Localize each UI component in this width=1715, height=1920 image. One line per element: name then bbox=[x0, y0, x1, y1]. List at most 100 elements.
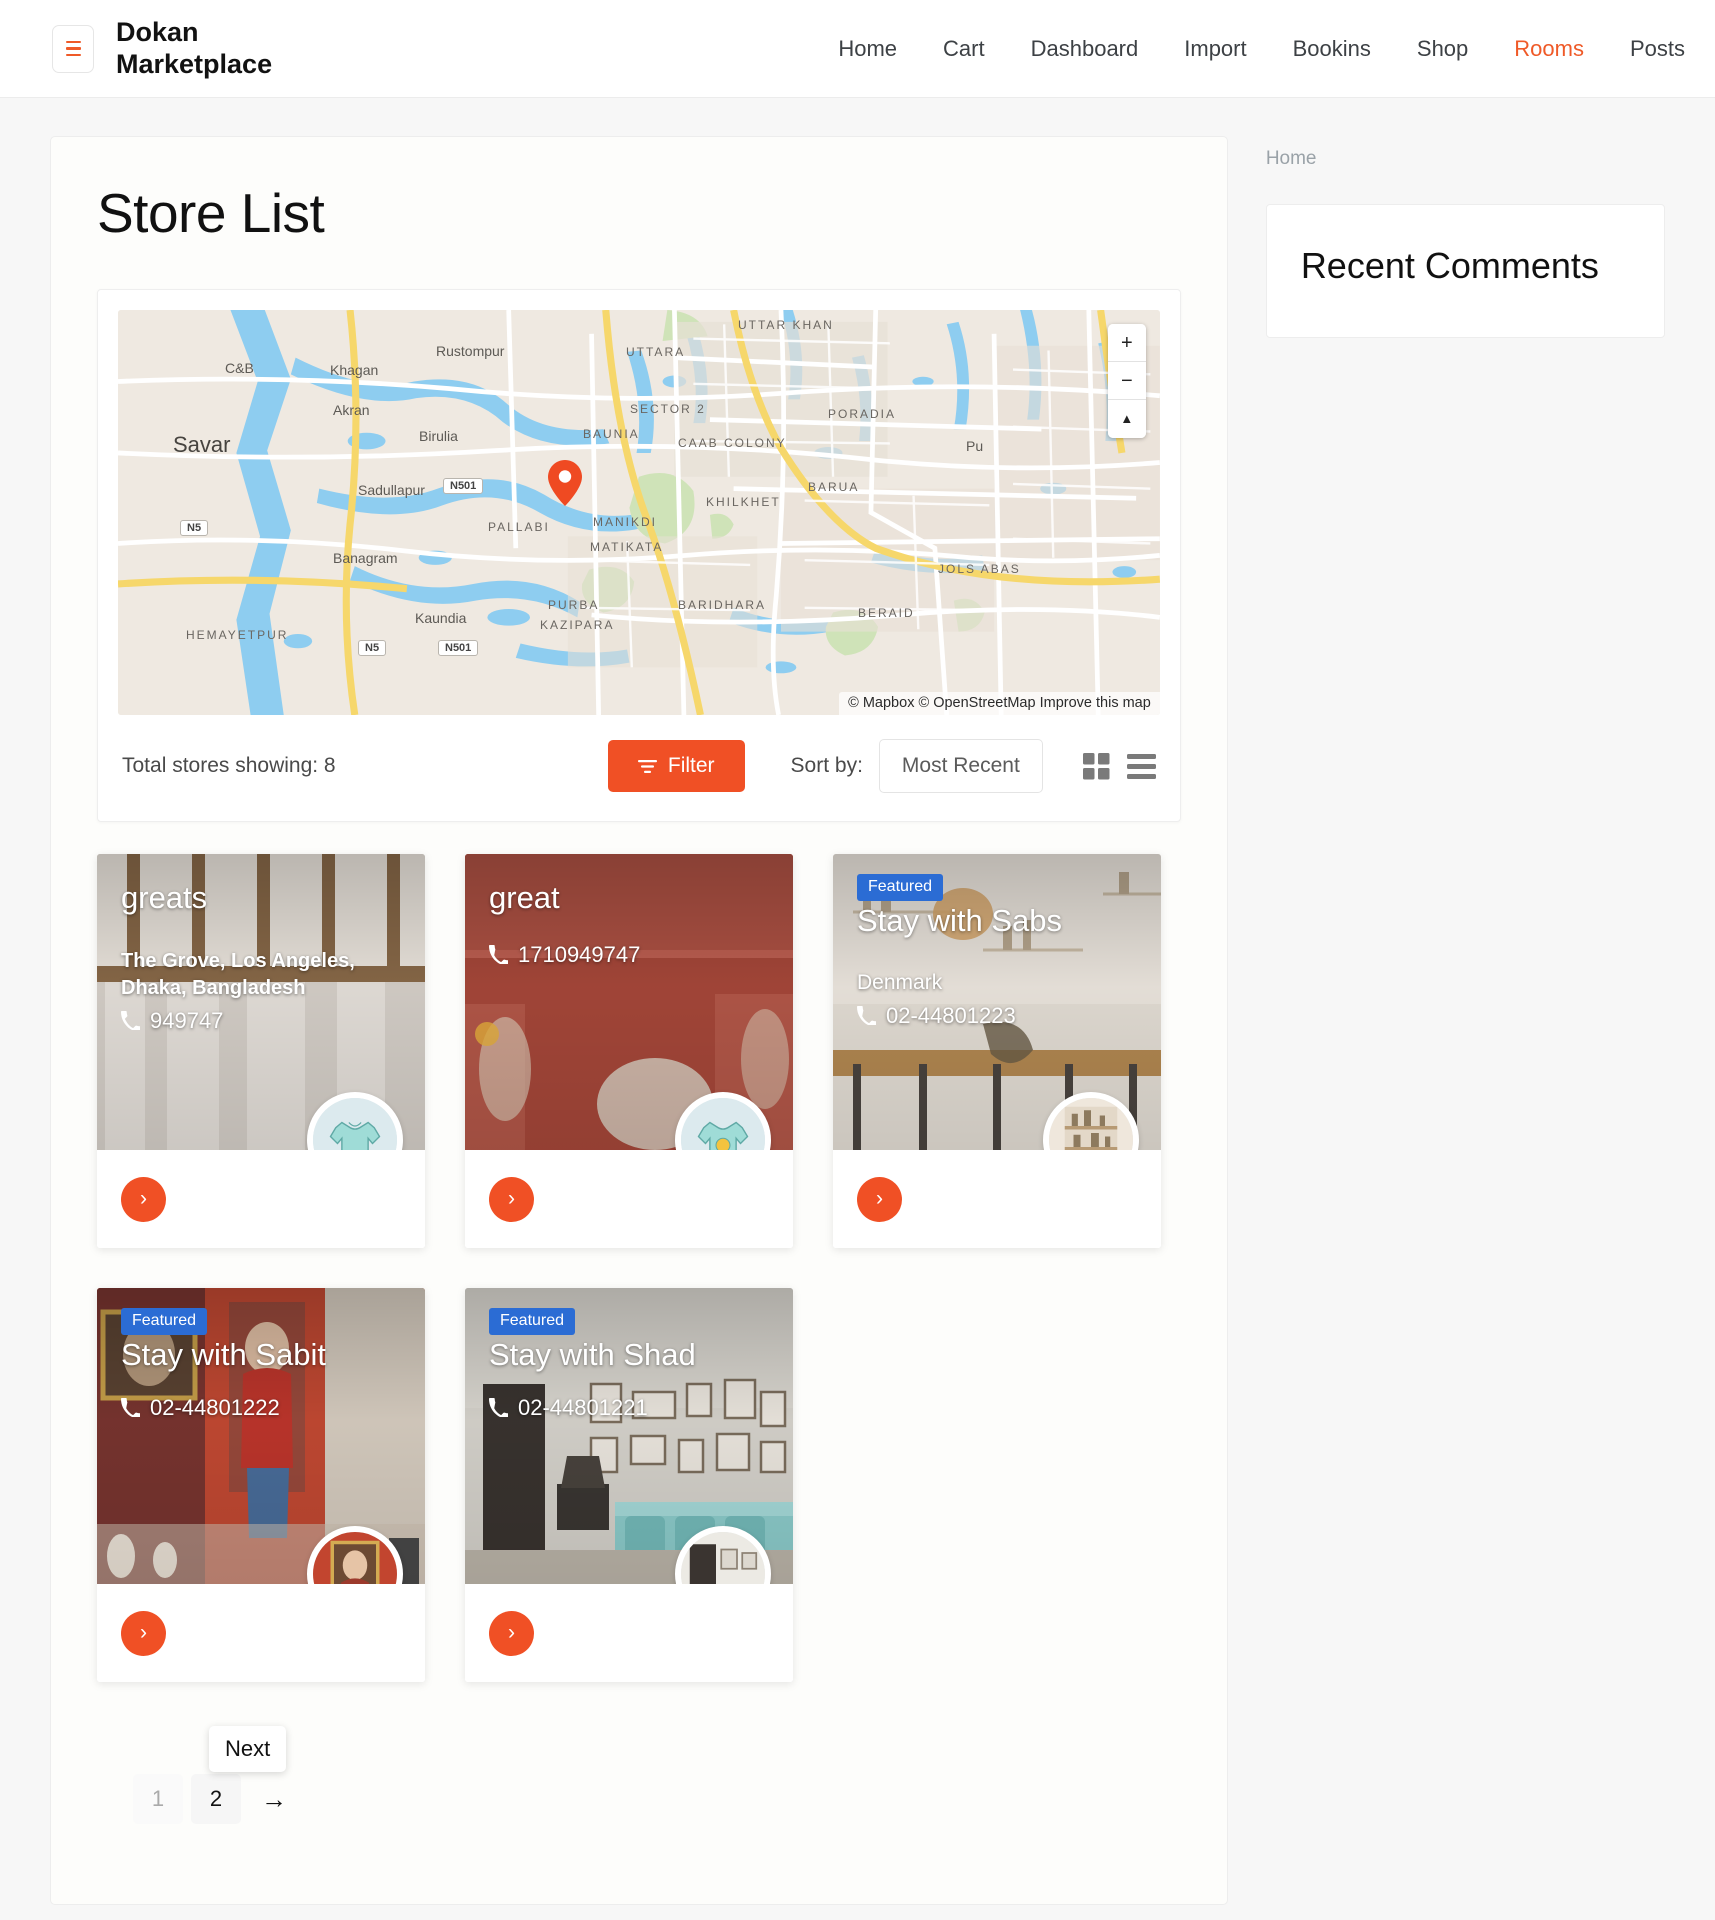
store-card-banner: Featured Stay with Sabs Denmark 02-44801… bbox=[833, 854, 1161, 1150]
store-visit-button[interactable]: › bbox=[121, 1176, 166, 1222]
store-card[interactable]: greats The Grove, Los Angeles, Dhaka, Ba… bbox=[97, 854, 425, 1248]
map-road-shield: N5 bbox=[180, 520, 209, 536]
site-brand-title[interactable]: Dokan Marketplace bbox=[116, 17, 346, 79]
store-phone-number: 02-44801221 bbox=[518, 1394, 648, 1420]
view-toggles bbox=[1082, 752, 1156, 780]
store-phone: 949747 bbox=[121, 1008, 401, 1034]
list-view-icon[interactable] bbox=[1126, 753, 1156, 779]
featured-badge: Featured bbox=[489, 1308, 576, 1335]
map-attrib-mapbox[interactable]: © Mapbox bbox=[848, 695, 914, 711]
store-card-footer: › bbox=[465, 1150, 793, 1248]
widget-title: Recent Comments bbox=[1300, 245, 1599, 286]
map-panel: Savar Rustompur C&B Khagan Akran Birulia… bbox=[97, 289, 1181, 822]
store-visit-button[interactable]: › bbox=[489, 1176, 534, 1222]
store-card-footer: › bbox=[833, 1150, 1161, 1248]
store-name: great bbox=[489, 880, 560, 915]
pagination: 1 2 → Next bbox=[97, 1726, 1181, 1824]
store-card-footer: › bbox=[97, 1584, 425, 1682]
phone-icon bbox=[857, 1006, 876, 1026]
map-zoom-in-button[interactable]: + bbox=[1107, 324, 1146, 362]
nav-item-dashboard[interactable]: Dashboard bbox=[1031, 36, 1139, 62]
nav-item-rooms[interactable]: Rooms bbox=[1514, 36, 1584, 62]
pagination-next-button[interactable]: → bbox=[249, 1774, 299, 1824]
store-card-footer: › bbox=[465, 1584, 793, 1682]
store-map-marker[interactable] bbox=[548, 460, 582, 506]
filter-sort-bar: Total stores showing: 8 Filter Sort by: … bbox=[118, 715, 1160, 801]
shelf-photo-icon bbox=[1049, 1098, 1133, 1150]
store-card[interactable]: Featured Stay with Sabs Denmark 02-44801… bbox=[833, 854, 1161, 1248]
store-card[interactable]: great 1710949747 › bbox=[465, 854, 793, 1248]
map-attrib-osm[interactable]: © OpenStreetMap bbox=[918, 695, 1035, 711]
total-stores-text: Total stores showing: 8 bbox=[122, 754, 336, 777]
page-title: Store List bbox=[97, 182, 325, 244]
phone-icon bbox=[489, 945, 508, 965]
nav-item-posts[interactable]: Posts bbox=[1630, 36, 1685, 62]
store-grid: greats The Grove, Los Angeles, Dhaka, Ba… bbox=[97, 854, 1181, 1682]
filter-button-label: Filter bbox=[667, 754, 715, 777]
store-phone-number: 1710949747 bbox=[518, 941, 641, 967]
nav-item-cart[interactable]: Cart bbox=[943, 36, 985, 62]
phone-icon bbox=[121, 1398, 140, 1418]
map-road-shield: N5 bbox=[358, 640, 387, 656]
store-card[interactable]: Featured Stay with Sabit 02-44801222 › bbox=[97, 1288, 425, 1682]
store-card[interactable]: Featured Stay with Shad 02-44801221 › bbox=[465, 1288, 793, 1682]
map-tiles bbox=[118, 310, 1160, 715]
map-road-shield: N501 bbox=[438, 640, 479, 656]
store-card-footer: › bbox=[97, 1150, 425, 1248]
store-phone: 02-44801222 bbox=[121, 1395, 401, 1421]
store-card-banner: Featured Stay with Shad 02-44801221 bbox=[465, 1288, 793, 1584]
store-phone: 02-44801223 bbox=[857, 1003, 1137, 1029]
map-zoom-controls: + − ▲ bbox=[1107, 324, 1146, 438]
store-phone-number: 02-44801222 bbox=[150, 1394, 280, 1420]
filter-button[interactable]: Filter bbox=[607, 740, 745, 792]
store-phone: 1710949747 bbox=[489, 942, 769, 968]
map-attrib-improve[interactable]: Improve this map bbox=[1040, 695, 1151, 711]
store-name: Stay with Sabit bbox=[121, 1337, 327, 1372]
sort-select[interactable]: Most Recent bbox=[878, 739, 1043, 793]
store-name: Stay with Sabs bbox=[857, 903, 1063, 938]
grid-view-icon[interactable] bbox=[1082, 752, 1110, 780]
store-address: Denmark bbox=[857, 970, 943, 994]
tshirt-plain-icon bbox=[313, 1098, 397, 1150]
pagination-page-1[interactable]: 1 bbox=[133, 1774, 183, 1824]
recent-comments-widget: Recent Comments bbox=[1265, 204, 1665, 338]
pagination-next-tooltip: Next bbox=[209, 1726, 287, 1772]
store-name: Stay with Shad bbox=[489, 1337, 696, 1372]
nav-item-home[interactable]: Home bbox=[838, 36, 897, 62]
store-name: greats bbox=[121, 880, 208, 915]
map-attribution: © Mapbox © OpenStreetMap Improve this ma… bbox=[839, 692, 1160, 715]
store-card-banner: greats The Grove, Los Angeles, Dhaka, Ba… bbox=[97, 854, 425, 1150]
map-zoom-out-button[interactable]: − bbox=[1107, 362, 1146, 400]
store-card-banner: great 1710949747 bbox=[465, 854, 793, 1150]
nav-item-import[interactable]: Import bbox=[1184, 36, 1246, 62]
portrait-photo-icon bbox=[313, 1532, 397, 1584]
nav-item-shop[interactable]: Shop bbox=[1417, 36, 1468, 62]
store-visit-button[interactable]: › bbox=[857, 1176, 902, 1222]
breadcrumb[interactable]: Home bbox=[1266, 148, 1665, 170]
store-visit-button[interactable]: › bbox=[121, 1610, 166, 1656]
pagination-page-2[interactable]: 2 bbox=[191, 1774, 241, 1824]
store-phone: 02-44801221 bbox=[489, 1395, 769, 1421]
phone-icon bbox=[489, 1398, 508, 1418]
phone-icon bbox=[121, 1011, 140, 1031]
store-phone-number: 949747 bbox=[150, 1007, 224, 1033]
store-visit-button[interactable]: › bbox=[489, 1610, 534, 1656]
store-address: The Grove, Los Angeles, Dhaka, Banglades… bbox=[121, 949, 355, 999]
hamburger-icon[interactable] bbox=[52, 24, 94, 73]
map-compass-button[interactable]: ▲ bbox=[1107, 400, 1146, 438]
page-wrap: Store List Savar Rustompur C&B Khagan Ak… bbox=[0, 98, 1715, 1905]
store-phone-number: 02-44801223 bbox=[886, 1002, 1016, 1028]
tshirt-print-icon bbox=[681, 1098, 765, 1150]
filter-icon bbox=[637, 759, 657, 773]
brand-group: Dokan Marketplace bbox=[52, 17, 346, 79]
featured-badge: Featured bbox=[121, 1308, 208, 1335]
site-header: Dokan Marketplace Home Cart Dashboard Im… bbox=[0, 0, 1715, 98]
sidebar: Home Recent Comments bbox=[1265, 136, 1665, 338]
map-road-shield: N501 bbox=[443, 478, 484, 494]
store-list-panel: Store List Savar Rustompur C&B Khagan Ak… bbox=[50, 136, 1228, 1905]
sort-by-label: Sort by: bbox=[790, 754, 863, 777]
room-photo-icon bbox=[681, 1532, 765, 1584]
featured-badge: Featured bbox=[857, 874, 944, 901]
nav-item-bookins[interactable]: Bookins bbox=[1293, 36, 1371, 62]
store-map[interactable]: Savar Rustompur C&B Khagan Akran Birulia… bbox=[118, 310, 1160, 715]
